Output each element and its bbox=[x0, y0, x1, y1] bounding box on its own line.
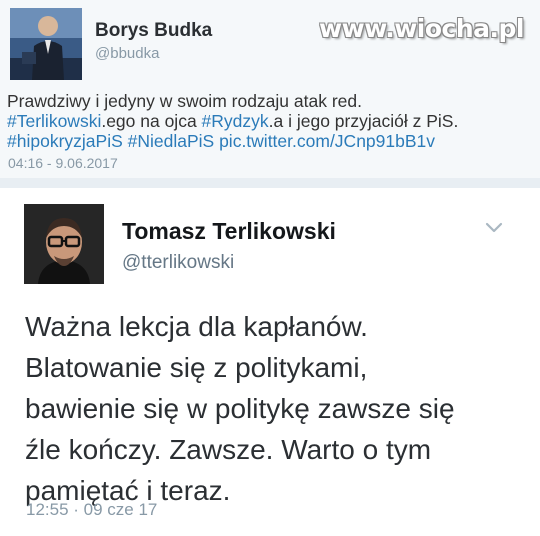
tweet-line: Blatowanie się z politykami, bbox=[25, 352, 368, 383]
hashtag-link[interactable]: pic.twitter.com/JCnp91bB1v bbox=[219, 131, 435, 151]
chevron-down-icon[interactable] bbox=[482, 220, 506, 236]
tweet-text-segment: .ego na ojca bbox=[101, 111, 202, 131]
tweet-line: bawienie się w politykę zawsze się bbox=[25, 393, 455, 424]
tweet-text-segment: .a i jego przyjaciół z PiS. bbox=[268, 111, 459, 131]
hashtag-link[interactable]: #Terlikowski bbox=[7, 111, 101, 131]
divider bbox=[0, 178, 540, 188]
tweet-line: Prawdziwy i jedyny w swoim rodzaju atak … bbox=[7, 91, 362, 111]
tweet-line: #Terlikowski.ego na ojca #Rydzyk.a i jeg… bbox=[7, 111, 537, 131]
tweet-line: źle kończy. Zawsze. Warto o tym bbox=[25, 434, 432, 465]
tweet-text: Ważna lekcja dla kapłanów. Blatowanie si… bbox=[25, 306, 525, 511]
tweet-text: Prawdziwy i jedyny w swoim rodzaju atak … bbox=[7, 91, 537, 151]
hashtag-link[interactable]: #NiedlaPiS bbox=[128, 131, 215, 151]
quoted-tweet: Tomasz Terlikowski @tterlikowski Ważna l… bbox=[0, 188, 540, 536]
tweet-timestamp[interactable]: 04:16 - 9.06.2017 bbox=[8, 155, 118, 171]
tweet-timestamp[interactable]: 12:55 · 09 cze 17 bbox=[26, 500, 157, 520]
hashtag-link[interactable]: #Rydzyk bbox=[202, 111, 269, 131]
avatar-borys-budka[interactable] bbox=[10, 8, 82, 80]
author-name[interactable]: Borys Budka bbox=[95, 20, 212, 42]
tweet-line: Ważna lekcja dla kapłanów. bbox=[25, 311, 368, 342]
author-name[interactable]: Tomasz Terlikowski bbox=[122, 218, 336, 245]
tweet-line: #hipokryzjaPiS #NiedlaPiS pic.twitter.co… bbox=[7, 131, 537, 151]
watermark: www.wiocha.pl bbox=[319, 14, 524, 43]
quoting-tweet: Borys Budka @bbudka www.wiocha.pl Prawdz… bbox=[0, 0, 540, 178]
hashtag-link[interactable]: #hipokryzjaPiS bbox=[7, 131, 123, 151]
avatar-tomasz-terlikowski[interactable] bbox=[24, 204, 104, 284]
author-handle[interactable]: @bbudka bbox=[95, 45, 159, 62]
author-handle[interactable]: @tterlikowski bbox=[122, 252, 234, 274]
